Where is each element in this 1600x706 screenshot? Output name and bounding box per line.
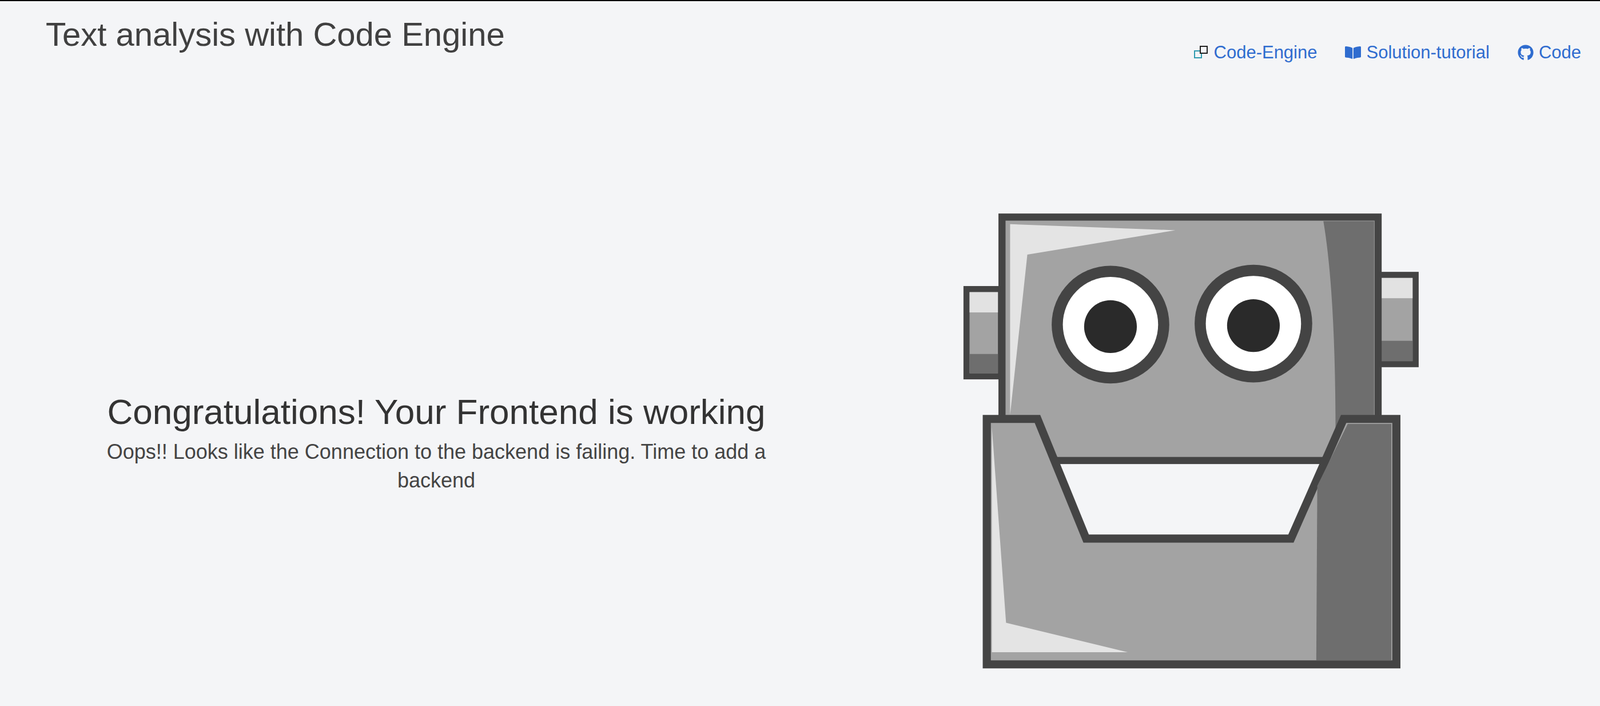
status-heading: Congratulations! Your Frontend is workin… bbox=[106, 389, 766, 435]
status-panel: Congratulations! Your Frontend is workin… bbox=[45, 389, 827, 495]
book-icon bbox=[1344, 44, 1361, 61]
nav-link[interactable]: Code bbox=[1517, 41, 1582, 65]
robot-icon bbox=[958, 209, 1423, 675]
nav-link-icon bbox=[1344, 44, 1362, 62]
nav-link[interactable]: Code-Engine bbox=[1192, 41, 1318, 65]
code-engine-icon bbox=[1193, 45, 1209, 61]
page: Text analysis with Code Engine Code-Engin… bbox=[0, 1, 1600, 706]
status-message: Oops!! Looks like the Connection to the … bbox=[70, 437, 803, 496]
github-icon bbox=[1517, 44, 1534, 61]
app-title: Text analysis with Code Engine bbox=[45, 12, 505, 56]
nav-link-icon bbox=[1517, 44, 1535, 62]
nav-link[interactable]: Solution-tutorial bbox=[1344, 41, 1490, 65]
main: Congratulations! Your Frontend is workin… bbox=[0, 64, 1600, 706]
nav-link-icon bbox=[1192, 44, 1210, 62]
robot-panel bbox=[826, 209, 1555, 675]
header: Text analysis with Code Engine Code-Engin… bbox=[0, 1, 1600, 65]
nav: Code-Engine Solution-tutorial Code bbox=[1192, 41, 1582, 65]
